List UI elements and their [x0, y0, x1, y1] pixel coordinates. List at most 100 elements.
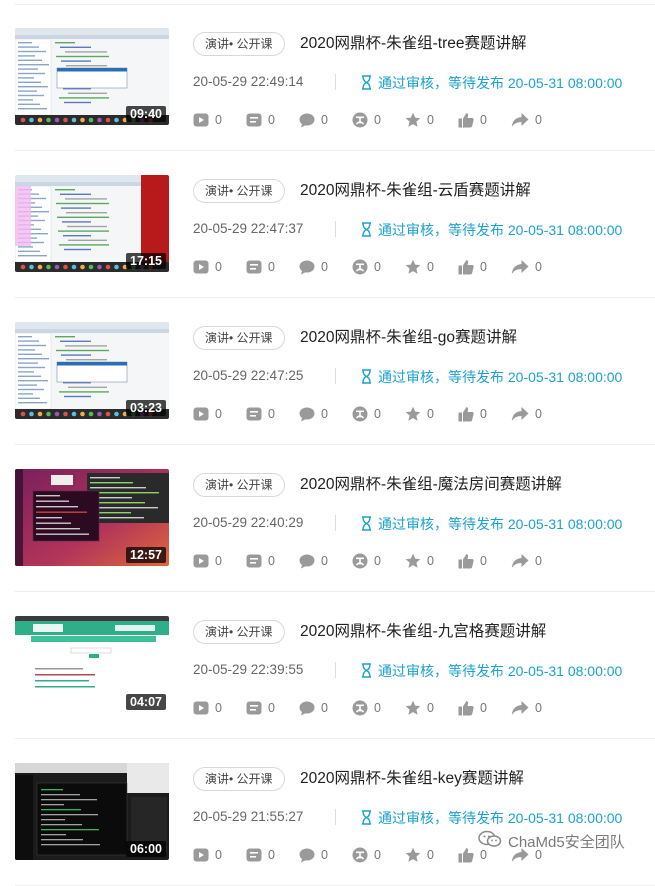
danmaku-stat[interactable]: 0 — [246, 111, 275, 129]
stat-count: 0 — [535, 701, 542, 715]
danmaku-stat[interactable]: 0 — [246, 699, 275, 717]
stat-count: 0 — [268, 554, 275, 568]
play-stat[interactable]: 0 — [193, 699, 222, 717]
video-title[interactable]: 2020网鼎杯-朱雀组-九宫格赛题讲解 — [300, 619, 546, 641]
danmaku-stat[interactable]: 0 — [246, 258, 275, 276]
stat-count: 0 — [321, 848, 328, 862]
coin-icon — [352, 406, 368, 422]
danmaku-icon — [246, 700, 262, 716]
stat-count: 0 — [480, 407, 487, 421]
video-title[interactable]: 2020网鼎杯-朱雀组-go赛题讲解 — [300, 325, 517, 347]
stat-count: 0 — [268, 260, 275, 274]
video-thumbnail[interactable]: 09:40 — [15, 28, 169, 125]
play-icon — [193, 406, 209, 422]
coin-icon — [352, 700, 368, 716]
hourglass-icon — [361, 810, 372, 828]
coin-stat[interactable]: 0 — [352, 552, 381, 570]
video-item: 17:15 演讲• 公开课 2020网鼎杯-朱雀组-云盾赛题讲解 20-05-29 2… — [0, 151, 655, 298]
category-tag: 演讲• 公开课 — [193, 32, 285, 56]
comment-stat[interactable]: 0 — [299, 699, 328, 717]
stats-bar: 0 0 0 0 0 0 0 — [193, 405, 613, 423]
video-thumbnail[interactable]: 12:57 — [15, 469, 169, 566]
star-stat[interactable]: 0 — [405, 111, 434, 129]
comment-stat[interactable]: 0 — [299, 552, 328, 570]
play-stat[interactable]: 0 — [193, 552, 222, 570]
video-title[interactable]: 2020网鼎杯-朱雀组-云盾赛题讲解 — [300, 178, 531, 200]
like-icon — [458, 259, 474, 275]
hourglass-icon — [361, 222, 372, 240]
like-stat[interactable]: 0 — [458, 258, 487, 276]
meta-separator — [335, 515, 336, 531]
coin-stat[interactable]: 0 — [352, 111, 381, 129]
star-stat[interactable]: 0 — [405, 258, 434, 276]
coin-stat[interactable]: 0 — [352, 405, 381, 423]
coin-stat[interactable]: 0 — [352, 258, 381, 276]
like-stat[interactable]: 0 — [458, 405, 487, 423]
like-icon — [458, 700, 474, 716]
video-title[interactable]: 2020网鼎杯-朱雀组-魔法房间赛题讲解 — [300, 472, 562, 494]
comment-stat[interactable]: 0 — [299, 111, 328, 129]
stat-count: 0 — [215, 554, 222, 568]
danmaku-stat[interactable]: 0 — [246, 846, 275, 864]
video-thumbnail[interactable]: 17:15 — [15, 175, 169, 272]
like-stat[interactable]: 0 — [458, 111, 487, 129]
play-stat[interactable]: 0 — [193, 111, 222, 129]
stat-count: 0 — [268, 407, 275, 421]
coin-icon — [352, 259, 368, 275]
like-stat[interactable]: 0 — [458, 552, 487, 570]
stat-count: 0 — [535, 554, 542, 568]
stat-count: 0 — [374, 260, 381, 274]
comment-icon — [299, 553, 315, 569]
share-stat[interactable]: 0 — [511, 258, 542, 276]
upload-time: 20-05-29 22:49:14 — [193, 74, 304, 89]
meta-separator — [335, 74, 336, 90]
meta-separator — [335, 662, 336, 678]
stat-count: 0 — [374, 701, 381, 715]
stats-bar: 0 0 0 0 0 0 0 — [193, 699, 613, 717]
share-stat[interactable]: 0 — [511, 552, 542, 570]
stat-count: 0 — [321, 554, 328, 568]
duration-badge: 17:15 — [126, 253, 166, 269]
star-stat[interactable]: 0 — [405, 699, 434, 717]
star-stat[interactable]: 0 — [405, 552, 434, 570]
upload-time: 20-05-29 22:47:25 — [193, 368, 304, 383]
share-stat[interactable]: 0 — [511, 405, 542, 423]
share-stat[interactable]: 0 — [511, 699, 542, 717]
stat-count: 0 — [374, 407, 381, 421]
like-stat[interactable]: 0 — [458, 699, 487, 717]
video-title[interactable]: 2020网鼎杯-朱雀组-tree赛题讲解 — [300, 31, 527, 53]
video-title[interactable]: 2020网鼎杯-朱雀组-key赛题讲解 — [300, 766, 524, 788]
danmaku-icon — [246, 406, 262, 422]
review-status: 通过审核，等待发布 20-05-31 08:00:00 — [361, 661, 622, 681]
video-item: 06:00 演讲• 公开课 2020网鼎杯-朱雀组-key赛题讲解 20-05-29 … — [0, 739, 655, 886]
play-stat[interactable]: 0 — [193, 405, 222, 423]
category-tag: 演讲• 公开课 — [193, 179, 285, 203]
share-stat[interactable]: 0 — [511, 111, 542, 129]
danmaku-stat[interactable]: 0 — [246, 405, 275, 423]
comment-stat[interactable]: 0 — [299, 846, 328, 864]
stat-count: 0 — [427, 113, 434, 127]
video-thumbnail[interactable]: 04:07 — [15, 616, 169, 713]
star-icon — [405, 700, 421, 716]
wechat-icon — [478, 830, 502, 852]
video-item: 12:57 演讲• 公开课 2020网鼎杯-朱雀组-魔法房间赛题讲解 20-05-29… — [0, 445, 655, 592]
star-stat[interactable]: 0 — [405, 846, 434, 864]
play-icon — [193, 112, 209, 128]
stat-count: 0 — [535, 260, 542, 274]
video-thumbnail[interactable]: 06:00 — [15, 763, 169, 860]
meta-separator — [335, 221, 336, 237]
like-icon — [458, 112, 474, 128]
coin-stat[interactable]: 0 — [352, 699, 381, 717]
comment-stat[interactable]: 0 — [299, 405, 328, 423]
danmaku-stat[interactable]: 0 — [246, 552, 275, 570]
coin-stat[interactable]: 0 — [352, 846, 381, 864]
danmaku-icon — [246, 112, 262, 128]
star-stat[interactable]: 0 — [405, 405, 434, 423]
danmaku-icon — [246, 259, 262, 275]
stats-bar: 0 0 0 0 0 0 0 — [193, 111, 613, 129]
play-stat[interactable]: 0 — [193, 258, 222, 276]
play-stat[interactable]: 0 — [193, 846, 222, 864]
review-status: 通过审核，等待发布 20-05-31 08:00:00 — [361, 220, 622, 240]
video-thumbnail[interactable]: 03:23 — [15, 322, 169, 419]
comment-stat[interactable]: 0 — [299, 258, 328, 276]
